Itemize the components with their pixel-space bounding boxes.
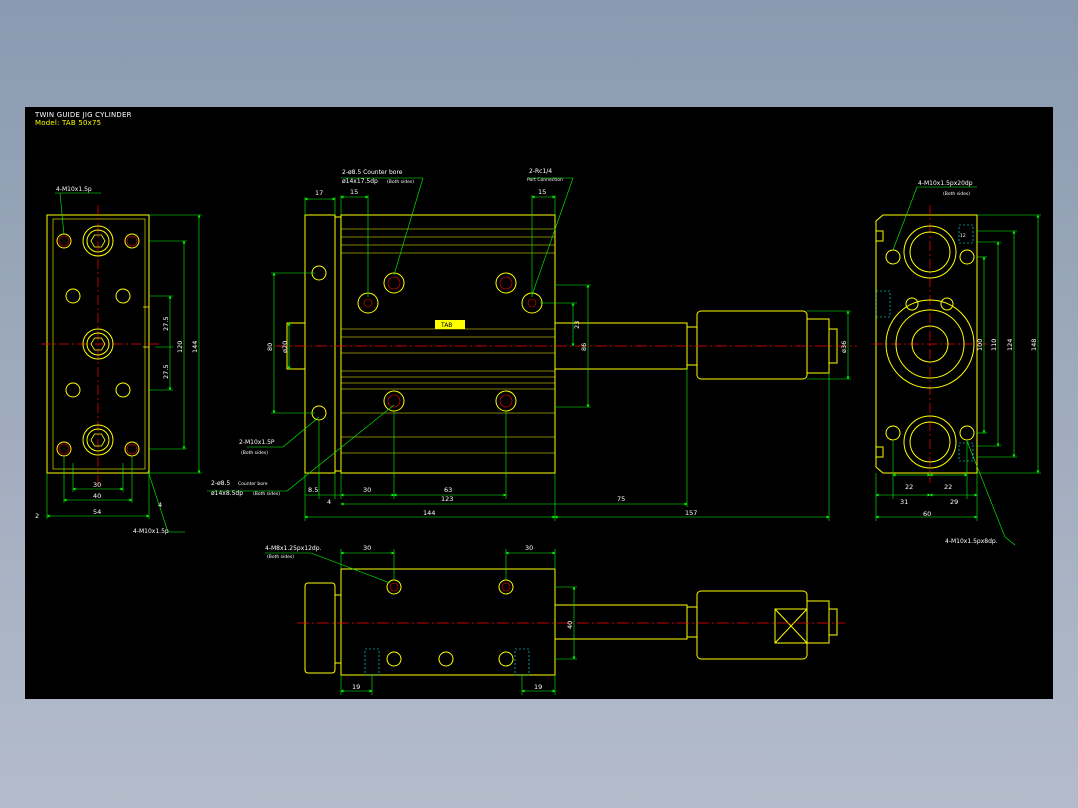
callout-right-top: 4-M10x1.5px20dp: [918, 180, 973, 187]
callout-m8: 4-M8x1.25px12dp.: [265, 545, 321, 552]
callout-port-rc: 2-Rc1/4: [529, 168, 552, 175]
right-view-slot-bottom: [876, 446, 884, 458]
dim-157: 157: [685, 509, 697, 517]
bottom-view: 30 30 40 19 19 4-M8x1.25px12dp. (Both si…: [265, 544, 845, 695]
bottom-dim-text: 30 30 40 19 19 4-M8x1.25px12dp. (Both si…: [265, 544, 574, 691]
front-dim-text: 17 15 15 80 ø20 23 86 ø36 8.5 4 30 63 12…: [211, 168, 848, 517]
cad-drawing: 30 40 54 2 4 27.5 27.5 120 144 4-M10x1.5…: [35, 168, 1041, 695]
dim-60: 60: [923, 510, 931, 518]
dim-54: 54: [93, 508, 101, 516]
bottom-body: [340, 568, 556, 676]
dim-27-5-bottom: 27.5: [162, 365, 170, 379]
dim-19-left: 19: [352, 683, 360, 691]
dim-40-bottom: 40: [566, 621, 574, 629]
right-hidden-lines: [875, 224, 974, 462]
dim-100: 100: [976, 339, 984, 351]
callout-bore-bottom-depth: ø14x8.5dp: [211, 490, 243, 497]
dim-17: 17: [315, 189, 323, 197]
dim-30-bottom-left: 30: [363, 544, 371, 552]
callout-right-top-both: (Both sides): [943, 191, 970, 197]
callout-bore-bottom-type: Counter bore: [238, 481, 268, 487]
front-view: TAB 17 15 15 80 ø20 23 86 ø36 8.5 4 30 6…: [207, 168, 857, 521]
dim-12: 12: [960, 233, 966, 239]
callout-both-sides-top: (Both sides): [387, 179, 414, 185]
callout-left-bottom: 4-M10x1.5p: [133, 528, 169, 535]
callout-m10-front: 2-M10x1.5P: [239, 439, 275, 446]
dim-19-right: 19: [534, 683, 542, 691]
dim-86: 86: [580, 343, 588, 351]
bottom-rod-nut2: [806, 600, 830, 644]
right-end-view: 100 110 124 148 22 22 31 29 60 12 4-M10x…: [873, 180, 1041, 546]
callout-m8-both: (Both sides): [267, 554, 294, 560]
front-body: [340, 214, 556, 474]
dim-30-bottom-right: 30: [525, 544, 533, 552]
dim-15-right: 15: [538, 188, 546, 196]
bottom-end-plate: [304, 582, 336, 674]
right-dimensions: [875, 186, 1041, 546]
dim-29: 29: [950, 498, 958, 506]
dim-4-front: 4: [327, 498, 331, 506]
bottom-rod-tip: [828, 608, 838, 636]
dim-110: 110: [990, 339, 998, 351]
dim-148: 148: [1030, 339, 1038, 351]
dim-2: 2: [35, 512, 39, 520]
callout-left-top: 4-M10x1.5p: [56, 186, 92, 193]
label-plate-text: TAB: [440, 322, 452, 329]
callout-bore-bottom-both: (Both sides): [253, 491, 280, 497]
callout-counter-bore-top: 2-ø8.5 Counter bore: [342, 169, 403, 176]
left-view-slot: [143, 306, 150, 348]
dim-30-front: 30: [363, 486, 371, 494]
dim-144: 144: [191, 341, 199, 353]
right-view-slot-top: [876, 230, 884, 242]
dim-phi-20: ø20: [281, 341, 289, 353]
callout-right-bottom: 4-M10x1.5px8dp.: [945, 538, 998, 545]
front-rod-nut-body: [696, 310, 808, 380]
drawing-viewport[interactable]: TWIN GUIDE JIG CYLINDER Model: TAB 50x75: [25, 107, 1053, 699]
dim-31: 31: [900, 498, 908, 506]
dim-27-5-top: 27.5: [162, 317, 170, 331]
dim-30: 30: [93, 481, 101, 489]
dim-80: 80: [266, 343, 274, 351]
dim-4: 4: [158, 501, 162, 509]
front-dimensions: [207, 177, 851, 521]
dim-23: 23: [573, 321, 581, 329]
callout-port-connection: Port Connection: [527, 177, 563, 183]
dim-144-front: 144: [423, 509, 435, 517]
bottom-hidden-threads: [364, 648, 530, 676]
dim-8-5: 8.5: [308, 486, 318, 494]
dim-22-left: 22: [905, 483, 913, 491]
callout-bore-bottom: 2-ø8.5: [211, 480, 230, 487]
dim-40: 40: [93, 492, 101, 500]
front-guide-lines: [341, 228, 555, 454]
dim-phi-36: ø36: [840, 341, 848, 353]
bottom-rod-collar: [686, 606, 698, 638]
dim-22-right: 22: [944, 483, 952, 491]
callout-m10-both-sides: (Both sides): [241, 450, 268, 456]
bottom-rod: [554, 604, 688, 640]
left-end-view: 30 40 54 2 4 27.5 27.5 120 144 4-M10x1.5…: [35, 186, 202, 535]
dim-63: 63: [444, 486, 452, 494]
dim-120: 120: [176, 341, 184, 353]
dim-75: 75: [617, 495, 625, 503]
dim-124: 124: [1006, 339, 1014, 351]
callout-counter-bore-depth: ø14x17.5dp: [342, 178, 378, 185]
front-end-plate: [304, 214, 336, 474]
front-holes: [311, 265, 543, 421]
dim-123: 123: [441, 495, 453, 503]
dim-15-left: 15: [350, 188, 358, 196]
